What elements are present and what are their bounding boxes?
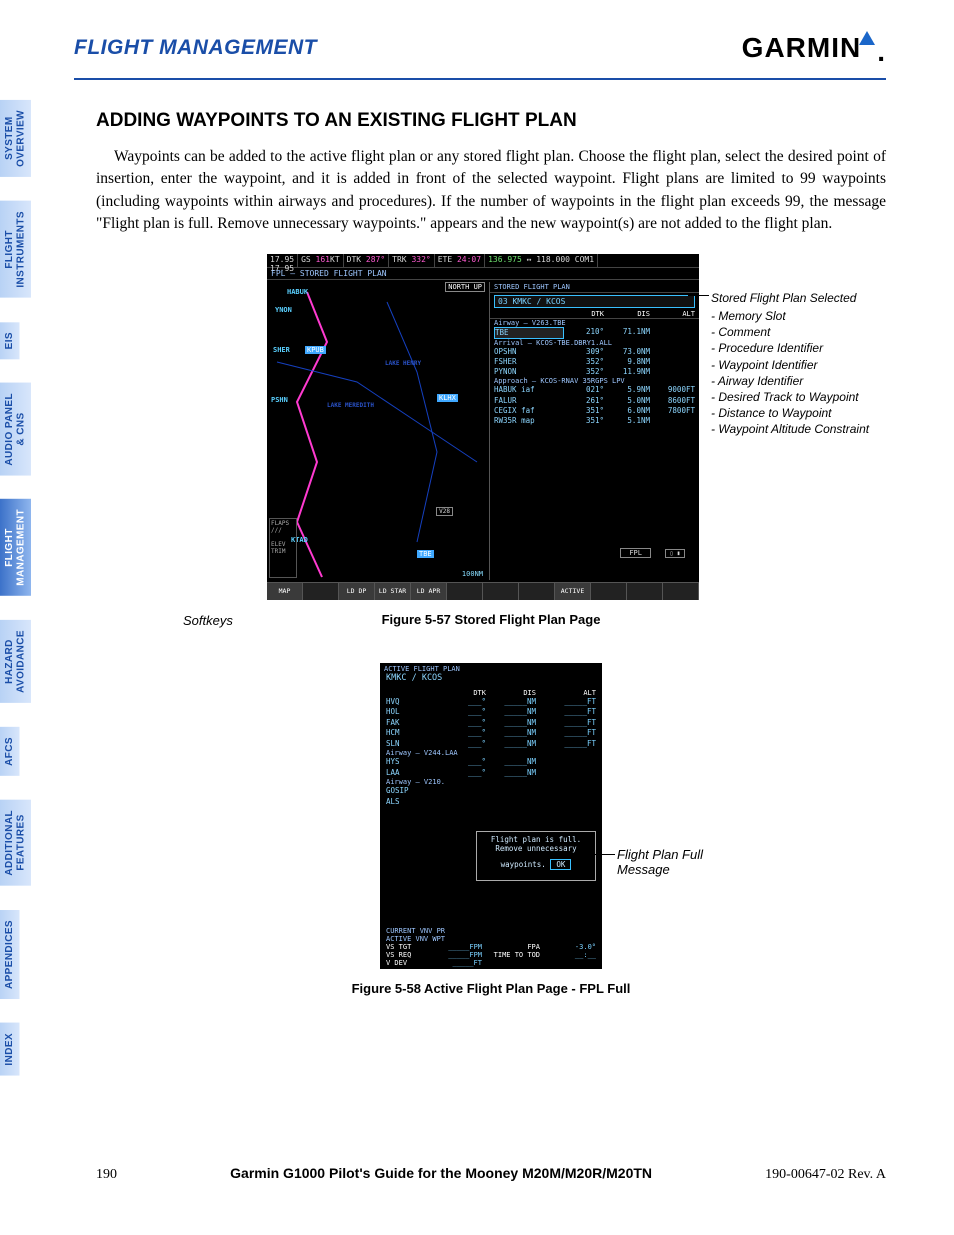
softkey [519, 583, 555, 600]
afp-section: Airway – V210. [380, 778, 602, 786]
mfd-gauge: FLAPS///ELEVTRIM [269, 518, 297, 578]
afp-row: ALS [380, 797, 602, 808]
fig58-caption: Figure 5-58 Active Flight Plan Page - FP… [231, 981, 751, 996]
page-header: FLIGHT MANAGEMENT GARMIN . [74, 36, 886, 80]
softkey [303, 583, 339, 600]
vnv-block: CURRENT VNV PR ACTIVE VNV WPT VS TGT____… [380, 927, 602, 967]
softkey [663, 583, 699, 600]
map-label: HABUK [287, 288, 308, 296]
sfp-row: PYNON352°11.9NM [490, 367, 699, 377]
north-up-label: NORTH UP [445, 282, 485, 292]
callout-item: Waypoint Altitude Constraint [711, 421, 901, 437]
tab-system-overview[interactable]: SYSTEM OVERVIEW [0, 100, 31, 177]
afp-row: FAK___°_____NM_____FT [380, 718, 602, 729]
afp-title: ACTIVE FLIGHT PLAN [380, 665, 602, 673]
sfp-row: RW35R map351°5.1NM [490, 416, 699, 426]
footer-rev: 190-00647-02 Rev. A [765, 1167, 886, 1183]
afp-row: GOSIP [380, 786, 602, 797]
tab-additional-features[interactable]: ADDITIONAL FEATURES [0, 800, 31, 886]
callout-item: Procedure Identifier [711, 340, 901, 356]
body-paragraph: Waypoints can be added to the active fli… [96, 146, 886, 236]
fig57-callout: Stored Flight Plan Selected Memory SlotC… [711, 290, 901, 438]
vnv-row: VS REQ_____FPMTIME TO TOD__:__ [386, 951, 596, 959]
stored-flight-plan-panel: STORED FLIGHT PLAN 03 KMKC / KCOS DTKDIS… [489, 282, 699, 580]
fig57-caption: Figure 5-57 Stored Flight Plan Page [191, 612, 791, 627]
tab-eis[interactable]: EIS [0, 322, 20, 359]
side-tab-strip: SYSTEM OVERVIEW FLIGHT INSTRUMENTS EIS AUDI… [0, 100, 48, 1099]
page-number: 190 [96, 1167, 117, 1183]
sfp-row: FSHER352°9.8NM [490, 357, 699, 367]
figure-5-57: Softkeys 17.9517.95 GS 161KT DTK 287° TR… [191, 254, 791, 627]
afp-row: SLN___°_____NM_____FT [380, 739, 602, 750]
softkey[interactable]: LD STAR [375, 583, 411, 600]
afp-row: HCM___°_____NM_____FT [380, 728, 602, 739]
afp-column-header: DTKDISALT [380, 689, 602, 697]
callout-item: Waypoint Identifier [711, 357, 901, 373]
afp-row: HVQ___°_____NM_____FT [380, 697, 602, 708]
tab-appendices[interactable]: APPENDICES [0, 910, 20, 999]
softkeys-callout-label: Softkeys [183, 613, 233, 628]
callout-leader-line [587, 854, 615, 855]
page-footer: 190 Garmin G1000 Pilot's Guide for the M… [96, 1165, 886, 1183]
logo-dot: . [877, 36, 886, 68]
softkey[interactable]: MAP [267, 583, 303, 600]
sfp-section: Approach – KCOS-RNAV 35RGPS LPV [490, 377, 699, 385]
sfp-title: STORED FLIGHT PLAN [490, 282, 699, 293]
sfp-section: Airway – V263.TBE [490, 319, 699, 327]
mfd-topbar: 17.9517.95 GS 161KT DTK 287° TRK 332° ET… [267, 254, 699, 268]
fig58-callout: Flight Plan Full Message [617, 847, 751, 877]
sfp-row: OPSHN309°73.0NM [490, 347, 699, 357]
callout-title: Stored Flight Plan Selected [711, 290, 901, 306]
callout-item: Memory Slot [711, 308, 901, 324]
tab-flight-instruments[interactable]: FLIGHT INSTRUMENTS [0, 201, 31, 298]
sfp-row: HABUK iaf021°5.9NM9000FT [490, 385, 699, 395]
softkey [627, 583, 663, 600]
sfp-column-header: DTKDISALT [490, 310, 699, 319]
sfp-section: Arrival – KCOS-TBE.DBRY1.ALL [490, 339, 699, 347]
softkey[interactable]: LD DP [339, 583, 375, 600]
footer-title: Garmin G1000 Pilot's Guide for the Moone… [230, 1165, 652, 1181]
fpl-box: FPL [620, 548, 651, 558]
callout-item: Distance to Waypoint [711, 405, 901, 421]
afp-name: KMKC / KCOS [380, 673, 602, 683]
sfp-row: TBE210°71.1NM [490, 327, 699, 339]
sfp-selected-name: 03 KMKC / KCOS [494, 295, 695, 308]
subheading: ADDING WAYPOINTS TO AN EXISTING FLIGHT P… [96, 110, 886, 132]
afp-section: Airway – V244.LAA [380, 749, 602, 757]
tab-audio-panel-cns[interactable]: AUDIO PANEL & CNS [0, 383, 31, 476]
map-scale: 100NM [462, 570, 483, 578]
callout-item: Desired Track to Waypoint [711, 389, 901, 405]
garmin-delta-icon [859, 31, 875, 45]
vnv-row: VS TGT_____FPMFPA-3.0° [386, 943, 596, 951]
active-flight-plan-panel: ACTIVE FLIGHT PLAN KMKC / KCOS DTKDISALT… [380, 663, 602, 969]
callout-item: Comment [711, 324, 901, 340]
callout-item: Airway Identifier [711, 373, 901, 389]
softkey [483, 583, 519, 600]
garmin-wordmark: GARMIN [742, 32, 862, 64]
mfd-map-panel: NORTH UP HABUK YNON SHER KPUB PSHN LAKE … [267, 282, 487, 580]
mfd-title: FPL – STORED FLIGHT PLAN [267, 268, 699, 280]
sfp-row: FALUR261°5.0NM8600FT [490, 396, 699, 406]
tab-afcs[interactable]: AFCS [0, 727, 20, 776]
softkey [591, 583, 627, 600]
afp-row: HYS___°_____NM [380, 757, 602, 768]
softkey[interactable]: LD APR [411, 583, 447, 600]
callout-leader-line [688, 295, 709, 296]
mfd-stored-flight-plan: 17.9517.95 GS 161KT DTK 287° TRK 332° ET… [267, 254, 699, 600]
softkey[interactable]: ACTIVE [555, 583, 591, 600]
vnv-row: V DEV_____FT [386, 959, 596, 967]
afp-row: HOL___°_____NM_____FT [380, 707, 602, 718]
tab-index[interactable]: INDEX [0, 1023, 20, 1076]
afp-row: LAA___°_____NM [380, 768, 602, 779]
ok-button[interactable]: OK [550, 859, 571, 870]
tab-hazard-avoidance[interactable]: HAZARD AVOIDANCE [0, 620, 31, 703]
figure-5-58: ACTIVE FLIGHT PLAN KMKC / KCOS DTKDISALT… [231, 663, 751, 996]
flight-plan-full-message: Flight plan is full. Remove unnecessary … [476, 831, 596, 881]
tab-flight-management[interactable]: FLIGHT MANAGEMENT [0, 499, 31, 596]
garmin-logo: GARMIN . [742, 32, 886, 64]
mfd-softkeys: MAP LD DPLD STARLD APR ACTIVE [267, 582, 699, 600]
sfp-row: CEGIX faf351°6.0NM7800FT [490, 406, 699, 416]
softkey [447, 583, 483, 600]
content-area: ADDING WAYPOINTS TO AN EXISTING FLIGHT P… [96, 110, 886, 996]
